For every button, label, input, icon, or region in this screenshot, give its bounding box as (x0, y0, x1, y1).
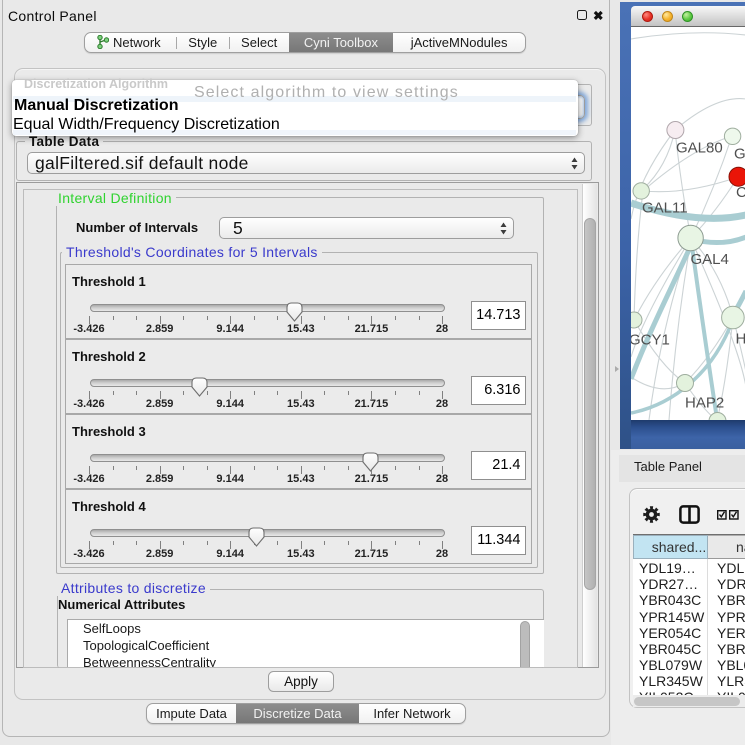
svg-text:CR: CR (736, 184, 745, 201)
svg-text:GAL11: GAL11 (642, 200, 688, 217)
svg-text:HAP2: HAP2 (685, 395, 724, 412)
svg-text:HIS: HIS (736, 331, 745, 348)
svg-text:GAL80: GAL80 (676, 140, 723, 157)
svg-text:GAL: GAL (734, 146, 745, 163)
svg-text:GCY1: GCY1 (631, 332, 670, 349)
svg-text:GAL4: GAL4 (691, 251, 729, 268)
